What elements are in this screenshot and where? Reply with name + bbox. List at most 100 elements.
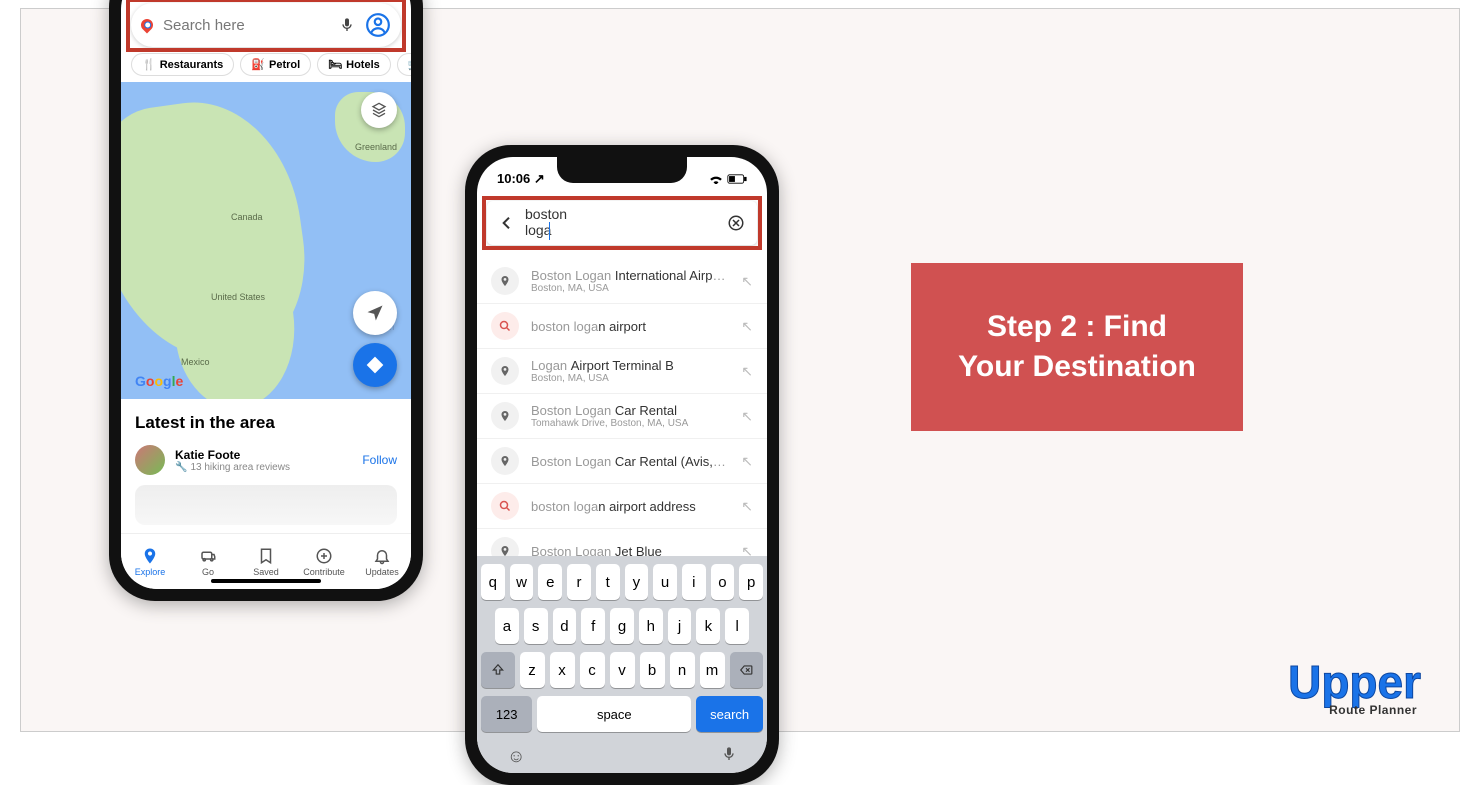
- kb-row-2: asdfghjkl: [481, 608, 763, 644]
- space-key[interactable]: space: [537, 696, 691, 732]
- chip-grocery[interactable]: 🛒 Gro…: [397, 53, 411, 76]
- emoji-key[interactable]: ☺: [507, 746, 525, 767]
- sheet-heading: Latest in the area: [135, 413, 397, 433]
- key-a[interactable]: a: [495, 608, 519, 644]
- key-x[interactable]: x: [550, 652, 575, 688]
- insert-icon[interactable]: ↖: [741, 408, 753, 425]
- key-t[interactable]: t: [596, 564, 620, 600]
- key-g[interactable]: g: [610, 608, 634, 644]
- nav-updates[interactable]: Updates: [353, 534, 411, 589]
- key-j[interactable]: j: [668, 608, 692, 644]
- key-z[interactable]: z: [520, 652, 545, 688]
- profile-icon[interactable]: [365, 12, 391, 38]
- key-o[interactable]: o: [711, 564, 735, 600]
- directions-button[interactable]: [353, 343, 397, 387]
- highlight-box: [482, 196, 762, 250]
- key-b[interactable]: b: [640, 652, 665, 688]
- phone-notch: [557, 157, 687, 183]
- phone-right: 10:06 ↗ boston loga Boston Logan Interna…: [465, 145, 779, 785]
- result-title: boston logan airport address: [531, 499, 729, 514]
- back-icon[interactable]: [499, 215, 515, 231]
- result-sub: Boston, MA, USA: [531, 373, 729, 384]
- result-item[interactable]: boston logan airport address ↖: [477, 484, 767, 529]
- backspace-key[interactable]: [730, 652, 764, 688]
- key-v[interactable]: v: [610, 652, 635, 688]
- key-q[interactable]: q: [481, 564, 505, 600]
- user-row[interactable]: Katie Foote 🔧 13 hiking area reviews Fol…: [135, 445, 397, 475]
- keyboard: qwertyuiop asdfghjkl zxcvbnm 123 space s…: [477, 556, 767, 773]
- map-view[interactable]: Greenland Canada United States Mexico At…: [121, 82, 411, 399]
- numbers-key[interactable]: 123: [481, 696, 532, 732]
- user-sub: 🔧 13 hiking area reviews: [175, 462, 352, 473]
- key-r[interactable]: r: [567, 564, 591, 600]
- layers-button[interactable]: [361, 92, 397, 128]
- shift-key[interactable]: [481, 652, 515, 688]
- key-e[interactable]: e: [538, 564, 562, 600]
- locate-button[interactable]: [353, 291, 397, 335]
- key-h[interactable]: h: [639, 608, 663, 644]
- kb-row-1: qwertyuiop: [481, 564, 763, 600]
- nav-explore[interactable]: Explore: [121, 534, 179, 589]
- mic-icon[interactable]: [339, 17, 355, 33]
- logo-word: Upper: [1288, 659, 1421, 705]
- result-item[interactable]: Boston Logan International Airport…Bosto…: [477, 259, 767, 304]
- result-title: Boston Logan Jet Blue: [531, 544, 729, 557]
- maps-pin-icon: [139, 17, 156, 34]
- result-sub: Boston, MA, USA: [531, 283, 729, 294]
- chip-petrol[interactable]: ⛽ Petrol: [240, 53, 311, 76]
- search-input[interactable]: boston loga: [525, 206, 596, 240]
- pin-icon: [491, 402, 519, 430]
- result-item[interactable]: Boston Logan Car RentalTomahawk Drive, B…: [477, 394, 767, 439]
- key-w[interactable]: w: [510, 564, 534, 600]
- search-bar[interactable]: Search here: [131, 3, 401, 47]
- kb-row-3: zxcvbnm: [481, 652, 763, 688]
- key-k[interactable]: k: [696, 608, 720, 644]
- key-u[interactable]: u: [653, 564, 677, 600]
- search-results: Boston Logan International Airport…Bosto…: [477, 245, 767, 556]
- result-item[interactable]: Boston Logan Jet Blue ↖: [477, 529, 767, 556]
- search-placeholder: Search here: [163, 17, 329, 34]
- key-l[interactable]: l: [725, 608, 749, 644]
- result-item[interactable]: Logan Airport Terminal BBoston, MA, USA ↖: [477, 349, 767, 394]
- search-bar[interactable]: boston loga: [487, 201, 757, 245]
- status-time: 10:06 ↗: [497, 171, 545, 187]
- home-indicator: [211, 579, 321, 583]
- result-item[interactable]: boston logan airport↖: [477, 304, 767, 349]
- avatar: [135, 445, 165, 475]
- insert-icon[interactable]: ↖: [741, 498, 753, 515]
- upper-logo: Upper Route Planner: [1288, 659, 1421, 717]
- map-label: Canada: [231, 212, 263, 222]
- pin-icon: [491, 447, 519, 475]
- result-sub: Tomahawk Drive, Boston, MA, USA: [531, 418, 729, 429]
- chip-hotels[interactable]: 🛏 Hotels: [317, 53, 391, 76]
- map-label: Greenland: [355, 142, 397, 152]
- key-f[interactable]: f: [581, 608, 605, 644]
- search-key[interactable]: search: [696, 696, 763, 732]
- content-card[interactable]: [135, 485, 397, 525]
- insert-icon[interactable]: ↖: [741, 453, 753, 470]
- clear-icon[interactable]: [727, 214, 745, 232]
- follow-button[interactable]: Follow: [362, 453, 397, 467]
- key-s[interactable]: s: [524, 608, 548, 644]
- logo-tag: Route Planner: [1329, 703, 1417, 717]
- result-item[interactable]: Boston Logan Car Rental (Avis, Bu…↖: [477, 439, 767, 484]
- key-m[interactable]: m: [700, 652, 725, 688]
- mic-key[interactable]: [721, 746, 737, 767]
- phone-left: Search here 🍴 Restaurants ⛽ Petrol 🛏 Hot…: [109, 0, 423, 601]
- insert-icon[interactable]: ↖: [741, 543, 753, 557]
- insert-icon[interactable]: ↖: [741, 273, 753, 290]
- key-n[interactable]: n: [670, 652, 695, 688]
- chip-restaurants[interactable]: 🍴 Restaurants: [131, 53, 234, 76]
- pin-icon: [491, 357, 519, 385]
- insert-icon[interactable]: ↖: [741, 363, 753, 380]
- result-title: Logan Airport Terminal B: [531, 358, 729, 373]
- key-d[interactable]: d: [553, 608, 577, 644]
- key-i[interactable]: i: [682, 564, 706, 600]
- key-y[interactable]: y: [625, 564, 649, 600]
- google-logo: Google: [135, 373, 183, 389]
- insert-icon[interactable]: ↖: [741, 318, 753, 335]
- key-c[interactable]: c: [580, 652, 605, 688]
- pin-icon: [491, 267, 519, 295]
- canvas: Search here 🍴 Restaurants ⛽ Petrol 🛏 Hot…: [20, 8, 1460, 732]
- key-p[interactable]: p: [739, 564, 763, 600]
